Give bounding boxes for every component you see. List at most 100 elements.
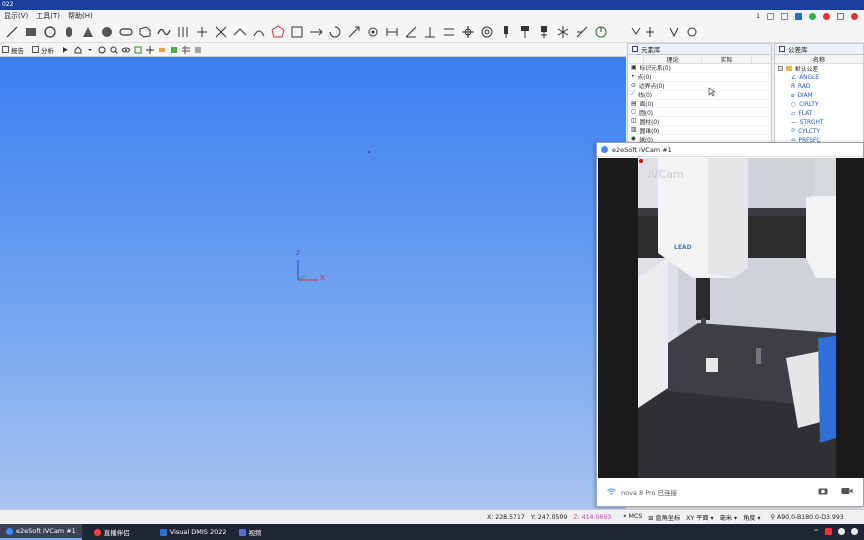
probe-tool-icon[interactable]: [518, 25, 532, 39]
align-icon[interactable]: [176, 25, 190, 39]
tolerance-item-label: STRGHT: [799, 119, 824, 126]
polygon-icon[interactable]: [270, 25, 285, 39]
report-button[interactable]: 报告: [2, 45, 24, 55]
probe-config-icon[interactable]: [537, 25, 551, 39]
position-icon[interactable]: [461, 25, 475, 39]
record-video-icon[interactable]: [841, 487, 853, 497]
menu-item-help[interactable]: 帮助(H): [64, 10, 97, 22]
ivcam-window[interactable]: e2eSoft iVCam #1 iVCam LEAD nova 8 Pro 已…: [596, 142, 864, 507]
tolerance-item[interactable]: ⌀ DIAM: [775, 91, 863, 100]
cylinder-icon[interactable]: [62, 25, 76, 39]
tolerance-item[interactable]: ⌭ CYLCTY: [775, 127, 863, 136]
column-name[interactable]: 名称: [775, 55, 863, 64]
frame-icon[interactable]: [290, 25, 304, 39]
probe-angle[interactable]: ⚲ A90.0-B180.0-D3.993: [768, 514, 847, 521]
cone-icon[interactable]: [81, 25, 95, 39]
coord-x-label: X:: [487, 513, 494, 521]
slot-icon[interactable]: [118, 25, 133, 39]
tolerance-type-icon: ▱: [791, 110, 796, 117]
angle-mode-select[interactable]: 角度 ▾: [740, 513, 763, 522]
element-library-row-label: 边界点(0): [638, 84, 665, 91]
line-icon[interactable]: [5, 25, 19, 39]
feature-icon: •: [631, 73, 635, 80]
small-window-icon[interactable]: [767, 12, 774, 20]
tolerance-item[interactable]: ▱ FLAT: [775, 109, 863, 118]
coord-mode[interactable]: ⌖ MCS: [620, 513, 645, 521]
layer-icon[interactable]: [158, 46, 166, 54]
tray-app1-icon[interactable]: [825, 528, 832, 535]
scale-icon[interactable]: [347, 25, 361, 39]
tab-tolerance-library[interactable]: 公差库: [775, 44, 863, 55]
origin-marker: [368, 151, 370, 153]
settings-icon[interactable]: [366, 25, 380, 39]
column-theory[interactable]: 理论: [644, 55, 702, 64]
camera-video-feed[interactable]: iVCam LEAD: [638, 158, 836, 478]
cube-icon[interactable]: [138, 25, 152, 39]
collapse-icon[interactable]: −: [778, 66, 783, 71]
tray-app2-icon[interactable]: [838, 528, 845, 535]
tolerance-item[interactable]: ∠ ANGLE: [775, 73, 863, 82]
probe-star-icon[interactable]: [556, 25, 570, 39]
menu-item-tools[interactable]: 工具(T): [32, 10, 64, 22]
probe-angle-icon[interactable]: [575, 25, 589, 39]
plane-select[interactable]: XY 平面 ▾: [683, 513, 716, 522]
tray-app3-icon[interactable]: [851, 528, 858, 535]
tolerance-item[interactable]: ○ CIRLTY: [775, 100, 863, 109]
coord-z-value: 414.0693: [581, 513, 612, 521]
tile-icon[interactable]: [781, 12, 788, 20]
tolerance-item-label: DIAM: [797, 92, 813, 99]
coord-system[interactable]: ⊞ 直角坐标: [645, 513, 683, 522]
analyze-button[interactable]: 分析: [32, 45, 54, 55]
3d-viewport[interactable]: Z X: [0, 57, 626, 509]
unit-select[interactable]: 毫米 ▾: [717, 513, 740, 522]
menu-bar: 显示(V) 工具(T) 帮助(H) 1: [0, 10, 864, 22]
parallel-icon[interactable]: [442, 25, 456, 39]
menu-item-display[interactable]: 显示(V): [0, 10, 32, 22]
distance-icon[interactable]: [385, 25, 399, 39]
tab-element-library[interactable]: 元素库: [628, 44, 771, 55]
cross-icon[interactable]: [195, 25, 209, 39]
camera-app-icon[interactable]: [795, 12, 802, 20]
curve-icon[interactable]: [156, 25, 171, 39]
zoom-icon[interactable]: [110, 46, 118, 54]
status-green-icon[interactable]: [809, 12, 816, 20]
angle-icon[interactable]: [404, 25, 418, 39]
camera-scene: [638, 158, 836, 478]
grid-icon[interactable]: [182, 45, 190, 54]
fit-icon[interactable]: [134, 46, 142, 54]
solid-icon[interactable]: [170, 46, 178, 54]
record-icon[interactable]: [823, 12, 830, 20]
task-live-companion[interactable]: 直播伴侣: [88, 524, 136, 540]
tolerance-item-label: CIRLTY: [799, 101, 819, 108]
sphere-icon[interactable]: [100, 25, 114, 39]
intersect-icon[interactable]: [214, 25, 228, 39]
list-icon[interactable]: [194, 46, 202, 54]
tolerance-item[interactable]: R RAD: [775, 82, 863, 91]
column-actual[interactable]: 实际: [702, 55, 752, 64]
monitor-icon[interactable]: [837, 12, 844, 20]
task-ivcam[interactable]: e2eSoft iVCam #1: [0, 524, 82, 540]
arc-icon[interactable]: [252, 25, 266, 39]
rect-icon[interactable]: [24, 25, 38, 39]
probe-icon[interactable]: [499, 25, 513, 39]
tray-expand-icon[interactable]: ^: [814, 528, 819, 536]
circle-icon[interactable]: [43, 25, 57, 39]
dropdown-icon[interactable]: [86, 46, 94, 54]
cursor-icon[interactable]: [62, 46, 70, 54]
close-dot-icon[interactable]: [851, 12, 858, 20]
home-icon[interactable]: [74, 45, 82, 54]
task-video[interactable]: 视频: [233, 524, 268, 540]
perpendicular-icon[interactable]: [423, 25, 437, 39]
eye-icon[interactable]: [122, 46, 130, 54]
task-visual-dmis[interactable]: Visual DMIS 2022: [154, 524, 233, 540]
rotate-icon[interactable]: [328, 25, 342, 39]
snapshot-icon[interactable]: [818, 487, 828, 497]
view-icon[interactable]: [98, 46, 106, 54]
tolerance-item[interactable]: — STRGHT: [775, 118, 863, 127]
target-icon[interactable]: [480, 25, 494, 39]
probe-rotate-icon[interactable]: [594, 25, 608, 39]
pan-icon[interactable]: [146, 45, 154, 54]
translate-icon[interactable]: [309, 25, 323, 39]
tolerance-root[interactable]: − 默认公差: [775, 64, 863, 73]
plane-icon[interactable]: [233, 25, 247, 39]
